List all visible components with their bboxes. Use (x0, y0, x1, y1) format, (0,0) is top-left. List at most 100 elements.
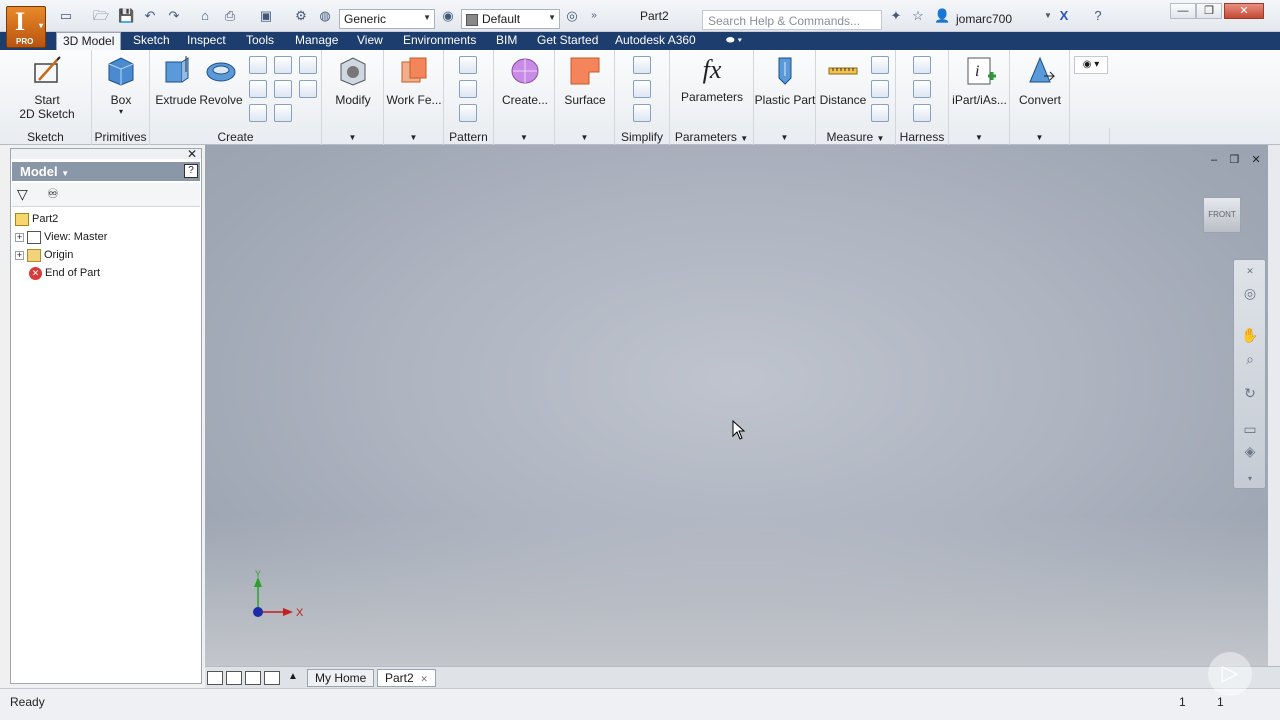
zoom-icon[interactable]: ⌕ (1241, 350, 1259, 368)
material-dropdown[interactable]: Generic ▼ (339, 9, 435, 29)
plastic-part-button[interactable]: Plastic Part (754, 54, 816, 107)
area-icon[interactable] (871, 104, 889, 122)
fillet-icon[interactable] (274, 104, 292, 122)
browser-title[interactable]: Model ▼ (12, 162, 200, 181)
close-tab-icon[interactable]: ✕ (420, 674, 428, 684)
tab-environments[interactable]: Environments (397, 32, 482, 50)
user-sign-in[interactable]: jomarc700 (956, 12, 1012, 26)
globe-icon[interactable]: ◍ (317, 8, 333, 24)
tree-item-view-master[interactable]: + View: Master (15, 229, 107, 245)
define-envelopes-icon[interactable] (633, 80, 651, 98)
harness-edit-icon[interactable] (913, 80, 931, 98)
panel-grip[interactable] (11, 149, 201, 159)
user-dropdown-icon[interactable]: ▼ (1040, 8, 1056, 24)
help-icon[interactable]: ? (1090, 8, 1106, 24)
box-button[interactable]: Box ▾ (100, 54, 142, 116)
loft-icon[interactable] (249, 56, 267, 74)
find-binoculars-icon[interactable]: ♾ (47, 186, 59, 202)
simplify-icon[interactable] (633, 104, 651, 122)
pan-icon[interactable]: ✋ (1241, 326, 1259, 344)
tab-manage[interactable]: Manage (289, 32, 344, 50)
save-icon[interactable]: 💾 (118, 8, 134, 24)
tab-sketch[interactable]: Sketch (127, 32, 176, 50)
tree-item-origin[interactable]: + Origin (15, 247, 73, 263)
viewcube[interactable]: FRONT (1203, 197, 1241, 233)
navbar-close-icon[interactable]: ✕ (1241, 262, 1259, 280)
appearance-icon[interactable]: ◉ (440, 8, 456, 24)
maximize-button[interactable]: ❐ (1196, 3, 1222, 19)
video-play-icon[interactable]: ▷ (1208, 652, 1252, 696)
work-features-button[interactable]: Work Fe... (386, 54, 442, 107)
ipart-button[interactable]: i iPart/iAs... (949, 54, 1010, 107)
close-panel-icon[interactable]: ✕ (187, 147, 197, 161)
loop-icon[interactable] (871, 80, 889, 98)
undo-icon[interactable]: ↶ (142, 8, 158, 24)
work-features-dropdown-icon[interactable]: ▼ (384, 133, 443, 142)
favorites-icon[interactable]: ☆ (910, 8, 926, 24)
tile-vertical-icon[interactable] (264, 671, 280, 685)
close-button[interactable]: ✕ (1224, 3, 1264, 19)
expand-icon[interactable]: + (15, 250, 24, 260)
modify-button[interactable]: Modify (328, 54, 378, 107)
cascade-windows-icon[interactable] (207, 671, 223, 685)
look-at-icon[interactable]: ▭ (1241, 420, 1259, 438)
tab-get-started[interactable]: Get Started (531, 32, 604, 50)
remove-details-icon[interactable] (633, 56, 651, 74)
emboss-icon[interactable] (299, 80, 317, 98)
mirror-icon[interactable] (459, 104, 477, 122)
open-icon[interactable]: 🗁 (93, 8, 109, 24)
plastic-part-dropdown-icon[interactable]: ▼ (754, 133, 815, 142)
tab-part2[interactable]: Part2 ✕ (377, 669, 436, 687)
viewport-close-icon[interactable]: ✕ (1251, 154, 1260, 166)
parameters-group-title[interactable]: Parameters ▼ (670, 130, 753, 144)
tab-tools[interactable]: Tools (240, 32, 280, 50)
ipart-dropdown-icon[interactable]: ▼ (949, 133, 1009, 142)
redo-icon[interactable]: ↷ (166, 8, 182, 24)
open-documents-icon[interactable]: ▲ (285, 671, 301, 685)
sweep-icon[interactable] (274, 56, 292, 74)
measure-group-title[interactable]: Measure ▼ (816, 130, 895, 144)
application-menu-button[interactable]: I PRO ▾ (6, 6, 46, 48)
tab-view[interactable]: View (351, 32, 389, 50)
viewport-minimize-icon[interactable]: – (1211, 154, 1217, 166)
distance-button[interactable]: Distance (818, 54, 868, 107)
hole-icon[interactable] (274, 80, 292, 98)
tab-inspect[interactable]: Inspect (181, 32, 232, 50)
print-icon[interactable]: ⎙ (222, 8, 238, 24)
rib-icon[interactable] (299, 56, 317, 74)
browser-help-icon[interactable]: ? (184, 164, 198, 178)
expand-icon[interactable]: + (15, 232, 24, 242)
rectangular-pattern-icon[interactable] (459, 56, 477, 74)
convert-dropdown-icon[interactable]: ▼ (1010, 133, 1069, 142)
tab-options-icon[interactable]: ⬬ ▾ (720, 32, 748, 50)
harness-link-icon[interactable] (913, 104, 931, 122)
angle-icon[interactable] (871, 56, 889, 74)
tile-horizontal-icon[interactable] (245, 671, 261, 685)
tile-windows-icon[interactable] (226, 671, 242, 685)
create-freeform-button[interactable]: Create... (498, 54, 552, 107)
harness-icon[interactable] (913, 56, 931, 74)
extrude-button[interactable]: Extrude (154, 54, 198, 107)
ribbon-customize-icon[interactable]: ◉ ▾ (1074, 56, 1108, 74)
coil-icon[interactable] (249, 104, 267, 122)
surface-button[interactable]: Surface (559, 54, 611, 107)
steering-wheel-icon[interactable]: ◎ (1241, 284, 1259, 302)
clear-appearance-icon[interactable]: ◎ (564, 8, 580, 24)
tab-bim[interactable]: BIM (490, 32, 523, 50)
tab-autodesk-a360[interactable]: Autodesk A360 (609, 32, 702, 50)
select-icon[interactable]: ▣ (258, 8, 274, 24)
convert-button[interactable]: Convert (1014, 54, 1066, 107)
new-icon[interactable]: ▭ (58, 8, 74, 24)
search-binoculars-icon[interactable]: ✦ (888, 8, 904, 24)
tree-item-end-of-part[interactable]: ✕ End of Part (29, 265, 100, 281)
exchange-apps-icon[interactable]: X (1056, 8, 1072, 24)
modify-dropdown-icon[interactable]: ▼ (322, 133, 383, 142)
properties-icon[interactable]: ⚙ (293, 8, 309, 24)
freeform-dropdown-icon[interactable]: ▼ (494, 133, 554, 142)
viewport-restore-icon[interactable]: ❐ (1229, 154, 1239, 166)
shell-icon[interactable] (249, 80, 267, 98)
home-icon[interactable]: ⌂ (197, 8, 213, 24)
tab-my-home[interactable]: My Home (307, 669, 375, 687)
minimize-button[interactable]: — (1170, 3, 1196, 19)
qat-overflow-icon[interactable]: » (586, 8, 602, 24)
